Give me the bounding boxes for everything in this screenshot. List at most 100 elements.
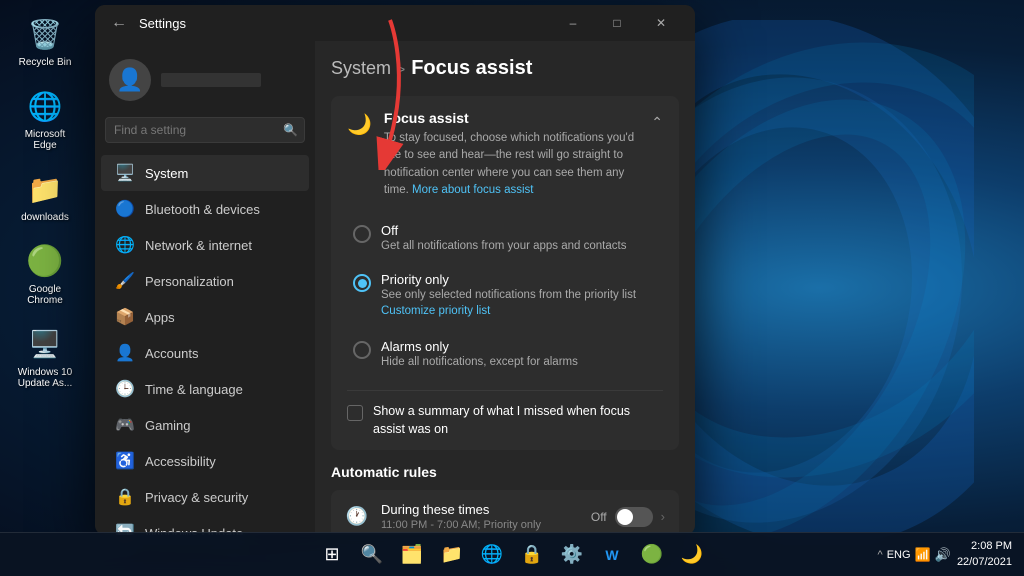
focus-assist-header: 🌙 Focus assist To stay focused, choose w… [331,96,679,209]
radio-alarms [353,341,371,359]
radio-priority [353,274,371,292]
sidebar-item-label-personalization: Personalization [145,274,295,289]
taskbar-volume-icon[interactable]: 🔊 [935,547,951,563]
time-icon: 🕒 [115,379,135,399]
sidebar-item-label-time: Time & language [145,382,295,397]
bluetooth-icon: 🔵 [115,199,135,219]
taskbar-search-button[interactable]: 🔍 [355,538,389,572]
sidebar-item-label-network: Network & internet [145,238,295,253]
apps-icon: 📦 [115,307,135,327]
taskbar-edge-button[interactable]: 🌐 [475,538,509,572]
minimize-button[interactable]: – [551,8,595,38]
sidebar-item-privacy[interactable]: 🔒 Privacy & security [101,479,309,515]
taskbar: ⊞ 🔍 🗂️ 📁 🌐 🔒 ⚙️ W 🟢 🌙 ^ ENG 📶 🔊 2:08 PM … [0,532,1024,576]
focus-assist-card: 🌙 Focus assist To stay focused, choose w… [331,96,679,450]
desktop-icon-edge[interactable]: 🌐 Microsoft Edge [10,82,80,155]
option-priority-title: Priority only [381,272,636,287]
desktop-icon-label-recycle-bin: Recycle Bin [19,57,72,68]
taskbar-explorer-button[interactable]: 📁 [435,538,469,572]
privacy-icon: 🔒 [115,487,135,507]
sidebar-item-label-accounts: Accounts [145,346,295,361]
sidebar-item-label-accessibility: Accessibility [145,454,295,469]
option-off-desc: Get all notifications from your apps and… [381,240,626,252]
customize-priority-link[interactable]: Customize priority list [381,305,490,317]
sidebar-item-personalization[interactable]: 🖌️ Personalization [101,263,309,299]
sidebar-item-gaming[interactable]: 🎮 Gaming [101,407,309,443]
taskbar-teams-button[interactable]: 🟢 [635,538,669,572]
focus-assist-option-priority[interactable]: Priority only See only selected notifica… [347,264,663,327]
toggle-label-during-times: Off [591,510,607,524]
accessibility-icon: ♿ [115,451,135,471]
taskbar-start-button[interactable]: ⊞ [315,538,349,572]
summary-checkbox[interactable] [347,405,363,421]
personalization-icon: 🖌️ [115,271,135,291]
taskbar-overflow-icon[interactable]: ^ [878,549,883,561]
focus-assist-moon-icon: 🌙 [347,112,372,137]
summary-text: Show a summary of what I missed when foc… [373,403,663,438]
automatic-rules-title: Automatic rules [331,464,679,480]
sidebar-item-apps[interactable]: 📦 Apps [101,299,309,335]
desktop-icon-chrome[interactable]: 🟢 Google Chrome [10,237,80,310]
profile-avatar: 👤 [109,59,151,101]
taskbar-task-view-button[interactable]: 🗂️ [395,538,429,572]
window-back-button[interactable]: ← [107,11,131,35]
desktop-icon-recycle-bin[interactable]: 🗑️ Recycle Bin [10,10,80,72]
window-controls: – □ ✕ [551,8,683,38]
sidebar-item-label-system: System [145,166,295,181]
taskbar-word-button[interactable]: W [595,538,629,572]
taskbar-clock[interactable]: 2:08 PM 22/07/2021 [957,539,1012,570]
rule-title-during-times: During these times [381,502,579,517]
focus-assist-options: Off Get all notifications from your apps… [331,209,679,390]
desktop-icon-windows-update[interactable]: 🖥️ Windows 10 Update As... [10,320,80,393]
taskbar-lang-indicator[interactable]: ENG [887,549,911,561]
desktop-icon-downloads[interactable]: 📁 downloads [10,165,80,227]
sidebar-item-label-apps: Apps [145,310,295,325]
clock-icon: 🕐 [345,506,369,527]
sidebar-item-network[interactable]: 🌐 Network & internet [101,227,309,263]
sidebar-item-time[interactable]: 🕒 Time & language [101,371,309,407]
focus-assist-learn-more-link[interactable]: More about focus assist [412,184,533,196]
sidebar-item-label-bluetooth: Bluetooth & devices [145,202,295,217]
sidebar-item-system[interactable]: 🖥️ System [101,155,309,191]
sidebar-item-bluetooth[interactable]: 🔵 Bluetooth & devices [101,191,309,227]
taskbar-mail-button[interactable]: 🌙 [675,538,709,572]
maximize-button[interactable]: □ [595,8,639,38]
taskbar-security-button[interactable]: 🔒 [515,538,549,572]
toggle-during-times[interactable] [615,507,653,527]
radio-off [353,225,371,243]
sidebar-search-container: 🔍 [105,117,305,143]
sidebar-item-accounts[interactable]: 👤 Accounts [101,335,309,371]
rule-chevron-during-times-icon[interactable]: › [661,509,665,524]
network-icon: 🌐 [115,235,135,255]
focus-assist-option-off[interactable]: Off Get all notifications from your apps… [347,215,663,260]
window-body: 👤 🔍 🖥️ System 🔵 Bluetooth & devices 🌐 [95,41,695,535]
focus-assist-title: Focus assist [384,110,651,126]
taskbar-system-icons: ^ ENG 📶 🔊 [878,547,951,563]
close-button[interactable]: ✕ [639,8,683,38]
focus-assist-option-alarms[interactable]: Alarms only Hide all notifications, exce… [347,331,663,376]
breadcrumb-system-link[interactable]: System [331,58,391,79]
system-icon: 🖥️ [115,163,135,183]
sidebar: 👤 🔍 🖥️ System 🔵 Bluetooth & devices 🌐 [95,41,315,535]
search-input[interactable] [105,117,305,143]
option-alarms-desc: Hide all notifications, except for alarm… [381,356,578,368]
taskbar-date: 22/07/2021 [957,555,1012,570]
breadcrumb-current: Focus assist [411,57,532,80]
search-icon: 🔍 [283,123,298,137]
desktop-icon-label-edge: Microsoft Edge [14,129,76,151]
desktop-icon-label-chrome: Google Chrome [14,284,76,306]
sidebar-item-label-gaming: Gaming [145,418,295,433]
desktop-icon-label-downloads: downloads [21,212,69,223]
option-off-title: Off [381,223,626,238]
desktop-icon-label-windows-update: Windows 10 Update As... [14,367,76,389]
taskbar-wifi-icon[interactable]: 📶 [915,547,931,563]
sidebar-item-accessibility[interactable]: ♿ Accessibility [101,443,309,479]
rule-card-during-times: 🕐 During these times 11:00 PM - 7:00 AM;… [331,490,679,535]
focus-assist-description: To stay focused, choose which notificati… [384,130,651,199]
focus-assist-collapse-icon[interactable]: ⌃ [651,114,663,131]
option-alarms-title: Alarms only [381,339,578,354]
desktop: 🗑️ Recycle Bin 🌐 Microsoft Edge 📁 downlo… [0,0,1024,576]
gaming-icon: 🎮 [115,415,135,435]
taskbar-right: ^ ENG 📶 🔊 2:08 PM 22/07/2021 [878,539,1012,570]
taskbar-settings-button[interactable]: ⚙️ [555,538,589,572]
